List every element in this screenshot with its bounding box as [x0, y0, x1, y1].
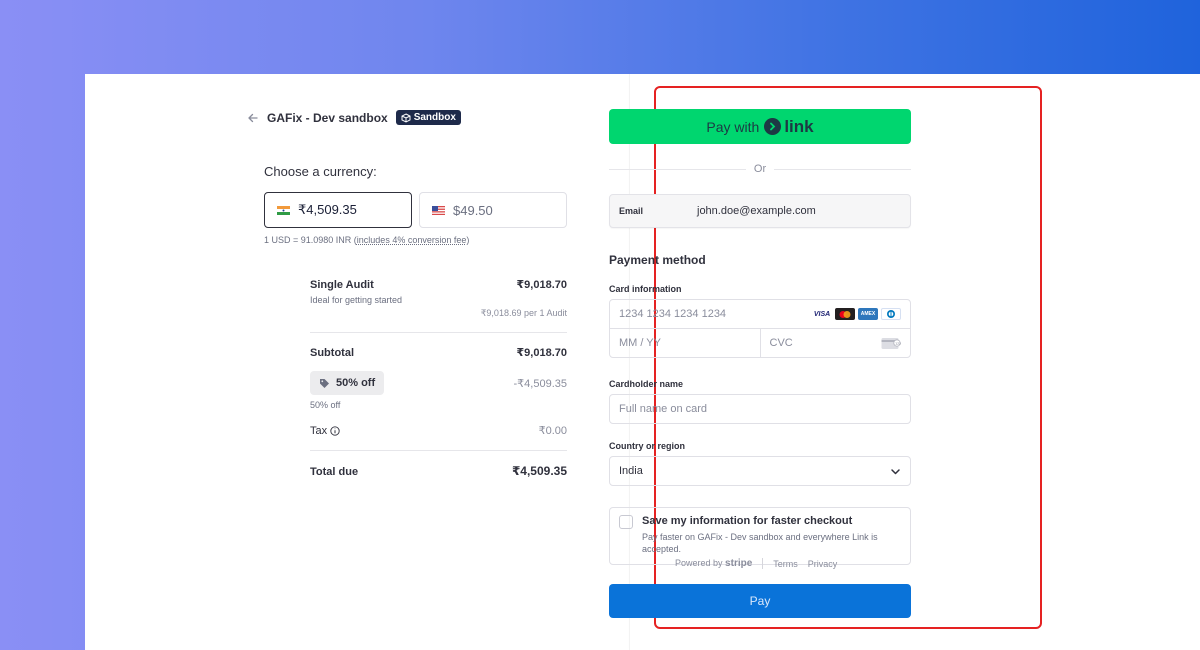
amex-icon: AMEX — [858, 308, 878, 320]
chevron-down-icon — [891, 468, 900, 474]
divider — [310, 450, 567, 451]
link-logo: link — [764, 116, 814, 137]
save-info-title: Save my information for faster checkout — [642, 515, 853, 527]
divider — [310, 332, 567, 333]
total-label: Total due — [310, 466, 359, 478]
tag-icon — [320, 378, 329, 388]
merchant-name[interactable]: GAFix - Dev sandbox — [267, 111, 388, 125]
conversion-fee-link[interactable]: includes 4% conversion fee — [357, 235, 467, 245]
visa-icon: VISA — [812, 308, 832, 320]
card-input-group: 1234 1234 1234 1234 VISA AMEX MM / YY CV… — [609, 299, 911, 358]
item-price: ₹9,018.70 — [516, 279, 567, 291]
country-value: India — [619, 465, 643, 477]
card-number-input[interactable]: 1234 1234 1234 1234 VISA AMEX — [610, 300, 910, 329]
save-info-box: Save my information for faster checkout … — [609, 507, 911, 565]
subtotal-label: Subtotal — [310, 347, 354, 359]
merchant-header: GAFix - Dev sandbox Sandbox — [247, 110, 461, 125]
us-flag-icon — [432, 205, 445, 215]
cvc-input[interactable]: CVC 123 — [761, 329, 911, 357]
item-name: Single Audit — [310, 279, 374, 291]
mastercard-icon — [835, 308, 855, 320]
payment-method-title: Payment method — [609, 253, 706, 267]
expiry-input[interactable]: MM / YY — [610, 329, 761, 357]
link-brand-text: link — [784, 116, 814, 136]
svg-text:123: 123 — [895, 341, 901, 345]
link-button-label: Pay with — [706, 118, 760, 135]
or-divider: Or — [609, 163, 912, 175]
promo-label: 50% off — [336, 377, 376, 389]
email-label: Email — [619, 206, 644, 216]
card-info-label: Card information — [609, 284, 682, 294]
footer: Powered by stripe Terms Privacy — [675, 558, 837, 569]
promo-description: 50% off — [310, 400, 341, 410]
powered-by-label: Powered by — [675, 558, 723, 568]
cube-icon — [401, 112, 411, 123]
card-number-placeholder: 1234 1234 1234 1234 — [619, 308, 727, 320]
privacy-link[interactable]: Privacy — [808, 559, 838, 569]
back-arrow-icon[interactable] — [247, 112, 259, 124]
payment-form: Pay with link Or Email john.doe@example.… — [609, 109, 912, 618]
footer-separator — [762, 558, 764, 569]
info-icon[interactable] — [330, 426, 340, 436]
currency-option-usd-amount: $49.50 — [453, 202, 493, 218]
pay-button-label: Pay — [749, 594, 771, 608]
order-summary-panel: GAFix - Dev sandbox Sandbox Choose a cur… — [85, 74, 630, 650]
save-info-text: Save my information for faster checkout … — [642, 515, 901, 557]
cvc-card-icon: 123 — [881, 337, 901, 349]
currency-option-inr-amount: ₹4,509.35 — [298, 202, 357, 217]
currency-options: ₹4,509.35 $49.50 — [264, 192, 567, 228]
diners-icon — [881, 308, 901, 320]
powered-by: Powered by stripe — [675, 558, 752, 569]
or-label: Or — [753, 163, 767, 175]
item-description: Ideal for getting started — [310, 295, 403, 305]
card-expiry-cvc-row: MM / YY CVC 123 — [610, 329, 910, 357]
fx-rate-suffix: ) — [466, 235, 470, 245]
terms-link[interactable]: Terms — [773, 559, 798, 569]
currency-option-inr[interactable]: ₹4,509.35 — [264, 192, 412, 228]
save-info-checkbox[interactable] — [619, 515, 633, 529]
currency-title: Choose a currency: — [264, 164, 377, 179]
email-field[interactable]: Email john.doe@example.com — [609, 194, 911, 228]
save-info-description: Pay faster on GAFix - Dev sandbox and ev… — [642, 532, 878, 554]
cvc-placeholder: CVC — [769, 337, 793, 349]
country-select[interactable]: India — [609, 456, 911, 486]
fx-rate-note: 1 USD = 91.0980 INR (includes 4% convers… — [264, 235, 469, 245]
card-brands: VISA AMEX — [812, 308, 901, 320]
total-value: ₹4,509.35 — [511, 464, 567, 478]
india-flag-icon — [277, 205, 290, 215]
tax-label-wrap: Tax — [310, 425, 340, 437]
sandbox-badge: Sandbox — [395, 110, 461, 125]
tax-value: ₹0.00 — [538, 425, 567, 437]
subtotal-value: ₹9,018.70 — [516, 347, 567, 359]
sandbox-badge-label: Sandbox — [413, 112, 456, 123]
line-items: Single Audit ₹9,018.70 Ideal for getting… — [310, 278, 567, 478]
stripe-logo[interactable]: stripe — [725, 558, 752, 569]
expiry-placeholder: MM / YY — [619, 337, 661, 349]
fx-rate-text: 1 USD = 91.0980 INR ( — [264, 235, 357, 245]
cardholder-name-input[interactable]: Full name on card — [609, 394, 911, 424]
email-value: john.doe@example.com — [697, 205, 816, 217]
promo-discount-value: -₹4,509.35 — [513, 377, 567, 390]
promo-code-chip[interactable]: 50% off — [310, 371, 385, 395]
country-label: Country or region — [609, 441, 685, 451]
pay-button[interactable]: Pay — [609, 584, 911, 618]
chevron-right-icon — [764, 118, 782, 135]
pay-with-link-button[interactable]: Pay with link — [609, 109, 911, 144]
currency-option-usd[interactable]: $49.50 — [419, 192, 567, 228]
item-unit-price: ₹9,018.69 per 1 Audit — [480, 308, 567, 318]
cardholder-placeholder: Full name on card — [619, 403, 708, 415]
tax-label: Tax — [310, 425, 328, 437]
cardholder-label: Cardholder name — [609, 379, 684, 389]
